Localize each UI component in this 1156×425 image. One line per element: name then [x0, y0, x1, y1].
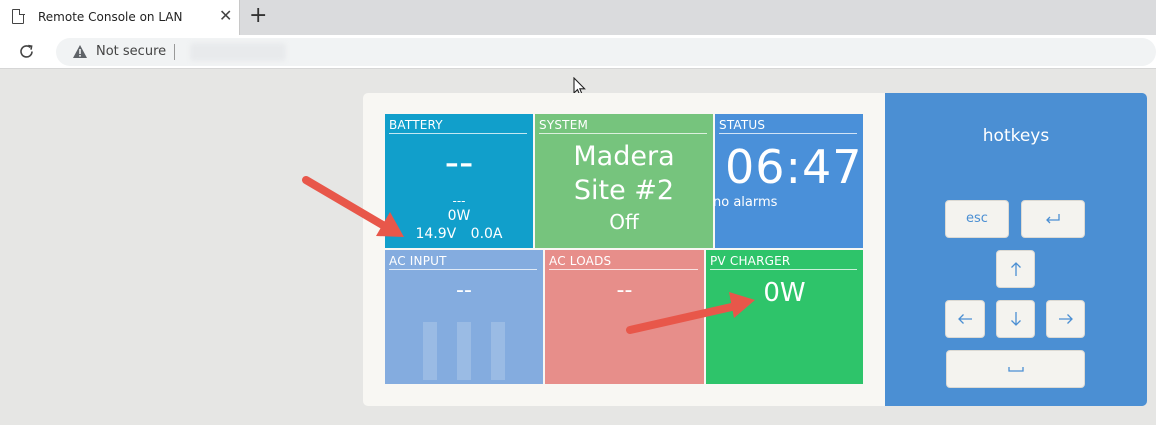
right-key[interactable] [1046, 300, 1085, 338]
remote-console: BATTERY -- --- 0W 14.9V 0.0A SYSTEM Made… [363, 93, 885, 406]
battery-tile[interactable]: BATTERY -- --- 0W 14.9V 0.0A [385, 114, 533, 248]
pv-charger-value: 0W [763, 278, 806, 308]
system-name-line1: Madera [573, 141, 675, 172]
page-icon [12, 8, 25, 24]
status-alarms: no alarms [713, 195, 778, 210]
ac-input-header: AC INPUT [389, 254, 537, 270]
browser-toolbar: Not secure [0, 35, 1156, 69]
system-name: Madera Site #2 [535, 140, 713, 208]
warning-icon[interactable] [72, 44, 88, 59]
system-name-line2: Site #2 [573, 175, 675, 206]
ac-input-background-graphic [413, 322, 513, 380]
arrow-left-icon [958, 314, 972, 324]
security-label[interactable]: Not secure [96, 44, 166, 59]
battery-current: 0.0A [470, 226, 503, 242]
esc-key[interactable]: esc [945, 200, 1009, 238]
plus-icon[interactable]: + [249, 4, 267, 28]
pv-charger-header: PV CHARGER [710, 254, 857, 270]
arrow-right-icon [1058, 314, 1073, 324]
url-redacted[interactable] [190, 43, 286, 61]
system-tile[interactable]: SYSTEM Madera Site #2 Off [535, 114, 713, 248]
ac-loads-header: AC LOADS [549, 254, 698, 270]
hotkeys-title: hotkeys [982, 126, 1050, 146]
omnibox-divider [174, 44, 175, 60]
tab-title: Remote Console on LAN [38, 10, 183, 24]
close-icon[interactable]: ✕ [219, 7, 232, 25]
ac-input-value: -- [456, 278, 472, 303]
enter-icon [1046, 214, 1060, 224]
hotkeys-panel: hotkeys esc [885, 93, 1147, 406]
pv-charger-tile[interactable]: PV CHARGER 0W [706, 250, 863, 384]
status-tile[interactable]: STATUS 06:47 no alarms [713, 114, 863, 248]
ac-input-tile[interactable]: AC INPUT -- [385, 250, 543, 384]
status-header: STATUS [719, 118, 857, 134]
battery-header: BATTERY [389, 118, 527, 134]
browser-tabstrip: Remote Console on LAN ✕ + [0, 0, 1156, 35]
arrow-up-icon [1010, 262, 1021, 276]
battery-voltage: 14.9V [415, 226, 457, 242]
address-bar[interactable]: Not secure [56, 38, 1156, 66]
system-state: Off [609, 210, 639, 234]
left-key[interactable] [945, 300, 985, 338]
ac-loads-tile[interactable]: AC LOADS -- [545, 250, 704, 384]
browser-tab[interactable]: Remote Console on LAN ✕ [0, 0, 240, 35]
battery-soc: -- [444, 140, 474, 186]
battery-readings: 14.9V 0.0A [385, 226, 533, 242]
arrow-down-icon [1010, 312, 1021, 326]
space-key[interactable] [946, 350, 1085, 388]
down-key[interactable] [996, 300, 1035, 338]
status-time: 06:47 [725, 140, 863, 194]
reload-icon[interactable] [18, 43, 35, 60]
system-header: SYSTEM [539, 118, 707, 134]
battery-state: --- [452, 194, 466, 208]
space-icon [1007, 367, 1024, 372]
ac-loads-value: -- [616, 278, 633, 303]
battery-power: 0W [447, 208, 471, 224]
up-key[interactable] [996, 250, 1035, 288]
enter-key[interactable] [1021, 200, 1085, 238]
